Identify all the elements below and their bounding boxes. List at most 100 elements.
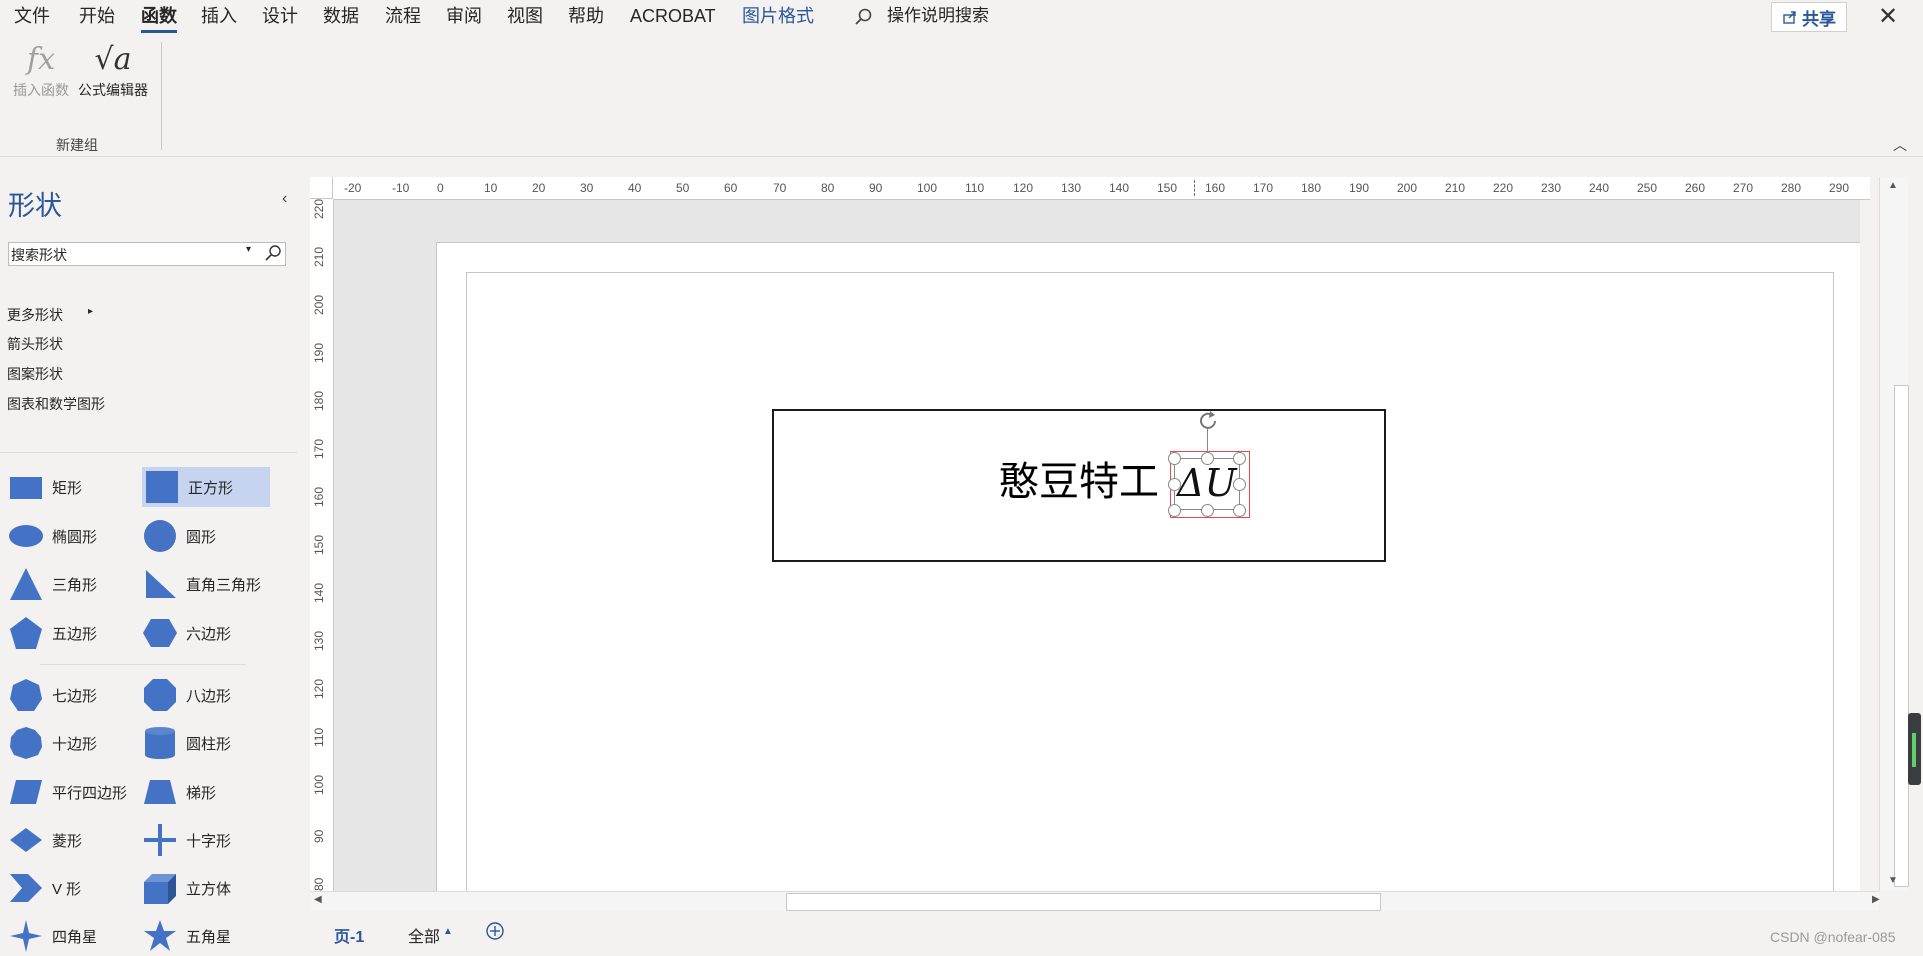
menu-acrobat[interactable]: ACROBAT [630, 4, 716, 28]
shape-heptagon[interactable]: 七边形 [8, 675, 97, 715]
shape-trapezoid[interactable]: 梯形 [142, 772, 216, 812]
share-button[interactable]: 共享 [1771, 2, 1847, 32]
shape-label: 圆柱形 [186, 735, 232, 753]
shape-search-input[interactable]: 搜索形状 ▾ [8, 242, 286, 266]
cube-icon [144, 874, 176, 904]
ruler-tick: 190 [312, 342, 326, 363]
horizontal-scrollbar[interactable]: ◀ ▶ [310, 891, 1880, 911]
shape-four-point-star[interactable]: 四角星 [8, 916, 97, 956]
ruler-tick: 290 [1829, 181, 1850, 195]
shape-text[interactable]: 憨豆特工 [999, 459, 1159, 505]
shape-label: 直角三角形 [186, 576, 262, 594]
close-icon[interactable]: ✕ [1878, 2, 1898, 31]
resize-handle[interactable] [1168, 504, 1181, 517]
trapezoid-icon [144, 780, 176, 804]
triangle-up-icon[interactable]: ▲ [443, 926, 453, 937]
ruler-tick: 240 [1589, 181, 1610, 195]
menu-help[interactable]: 帮助 [568, 4, 604, 28]
resize-handle[interactable] [1233, 504, 1246, 517]
collapse-ribbon-icon[interactable]: ︿ [1893, 135, 1907, 155]
shape-chevron[interactable]: V 形 [8, 868, 81, 908]
resize-handle[interactable] [1168, 452, 1181, 465]
shape-square[interactable]: 正方形 [142, 467, 270, 507]
shape-parallelogram[interactable]: 平行四边形 [8, 772, 127, 812]
vertical-scrollbar[interactable]: ▲ ▼ [1879, 177, 1909, 891]
scrollbar-thumb[interactable] [1894, 385, 1909, 887]
side-widget[interactable] [1908, 713, 1921, 785]
five-point-star-icon [144, 920, 176, 951]
shape-five-point-star[interactable]: 五角星 [142, 916, 231, 956]
ruler-corner [310, 177, 333, 199]
ruler-tick: 20 [532, 181, 546, 195]
shape-label: 梯形 [186, 784, 217, 802]
horizontal-ruler[interactable]: -20 -10 0 10 20 30 40 50 60 70 80 90 100… [333, 177, 1870, 200]
scrollbar-thumb[interactable] [786, 893, 1381, 911]
shape-cross[interactable]: 十字形 [142, 820, 231, 860]
ruler-tick: 180 [1301, 181, 1322, 195]
shape-triangle[interactable]: 三角形 [8, 564, 97, 604]
octagon-icon [144, 679, 176, 711]
page-tab[interactable]: 页-1 [334, 923, 364, 947]
menu-file[interactable]: 文件 [14, 4, 50, 28]
ruler-tick: 100 [917, 181, 938, 195]
menu-view[interactable]: 视图 [507, 4, 543, 28]
menu-picture-format[interactable]: 图片格式 [742, 4, 814, 28]
pattern-shapes-link[interactable]: 图案形状 [7, 364, 63, 384]
tell-me-search[interactable]: 操作说明搜索 [887, 4, 989, 28]
shape-octagon[interactable]: 八边形 [142, 675, 231, 715]
shape-label: 八边形 [186, 687, 232, 705]
arrow-shapes-link[interactable]: 箭头形状 [7, 334, 63, 354]
rotate-handle-icon[interactable] [1196, 409, 1220, 438]
chart-math-shapes-link[interactable]: 图表和数学图形 [7, 394, 105, 414]
drawing-canvas[interactable]: 憨豆特工 ΔU [310, 177, 1860, 891]
vertical-ruler[interactable]: 220 210 200 190 180 170 160 150 140 130 … [310, 199, 334, 891]
shape-diamond[interactable]: 菱形 [8, 820, 82, 860]
menu-process[interactable]: 流程 [385, 4, 421, 28]
diamond-icon [10, 828, 42, 852]
ruler-tick: 200 [312, 294, 326, 315]
ruler-tick: 150 [312, 534, 326, 555]
shape-rectangle[interactable]: 矩形 [8, 467, 82, 507]
collapse-panel-icon[interactable]: ‹ [282, 190, 287, 208]
shape-pentagon[interactable]: 五边形 [8, 613, 97, 653]
equation-editor-button[interactable]: √a 公式编辑器 [74, 40, 152, 100]
add-page-icon[interactable] [485, 921, 505, 946]
menu-review[interactable]: 审阅 [446, 4, 482, 28]
menu-data[interactable]: 数据 [323, 4, 359, 28]
ribbon: fx 插入函数 √a 公式编辑器 新建组 ︿ [0, 34, 1923, 157]
shape-circle[interactable]: 圆形 [142, 516, 216, 556]
resize-handle[interactable] [1233, 452, 1246, 465]
shape-cube[interactable]: 立方体 [142, 868, 231, 908]
resize-handle[interactable] [1233, 478, 1246, 491]
scroll-up-icon[interactable]: ▲ [1888, 180, 1898, 191]
shape-label: 平行四边形 [52, 784, 128, 802]
menu-insert[interactable]: 插入 [201, 4, 237, 28]
scroll-down-icon[interactable]: ▼ [1888, 875, 1898, 886]
dropdown-icon[interactable]: ▾ [246, 244, 251, 255]
resize-handle[interactable] [1201, 452, 1214, 465]
menu-functions[interactable]: 函数 [141, 4, 177, 33]
group-label: 新建组 [56, 137, 98, 153]
ruler-tick: 270 [1733, 181, 1754, 195]
ruler-tick: 130 [1061, 181, 1082, 195]
resize-handle[interactable] [1168, 478, 1181, 491]
scroll-right-icon[interactable]: ▶ [1872, 894, 1880, 905]
shape-label: 六边形 [186, 625, 232, 643]
shape-hexagon[interactable]: 六边形 [142, 613, 231, 653]
menu-home[interactable]: 开始 [79, 4, 115, 28]
shape-cylinder[interactable]: 圆柱形 [142, 723, 231, 763]
shape-decagon[interactable]: 十边形 [8, 723, 97, 763]
resize-handle[interactable] [1201, 504, 1214, 517]
more-shapes-link[interactable]: 更多形状 [7, 305, 63, 325]
section-divider [0, 452, 297, 453]
ruler-tick: 130 [312, 630, 326, 651]
menu-design[interactable]: 设计 [262, 4, 298, 28]
insert-function-button[interactable]: fx 插入函数 [8, 40, 74, 100]
scroll-left-icon[interactable]: ◀ [314, 894, 322, 905]
search-icon[interactable] [853, 7, 873, 32]
shape-ellipse[interactable]: 椭圆形 [8, 516, 97, 556]
search-icon[interactable] [264, 244, 282, 267]
parallelogram-icon [10, 780, 42, 804]
shape-right-triangle[interactable]: 直角三角形 [142, 564, 261, 604]
all-pages-tab[interactable]: 全部 [408, 923, 440, 947]
